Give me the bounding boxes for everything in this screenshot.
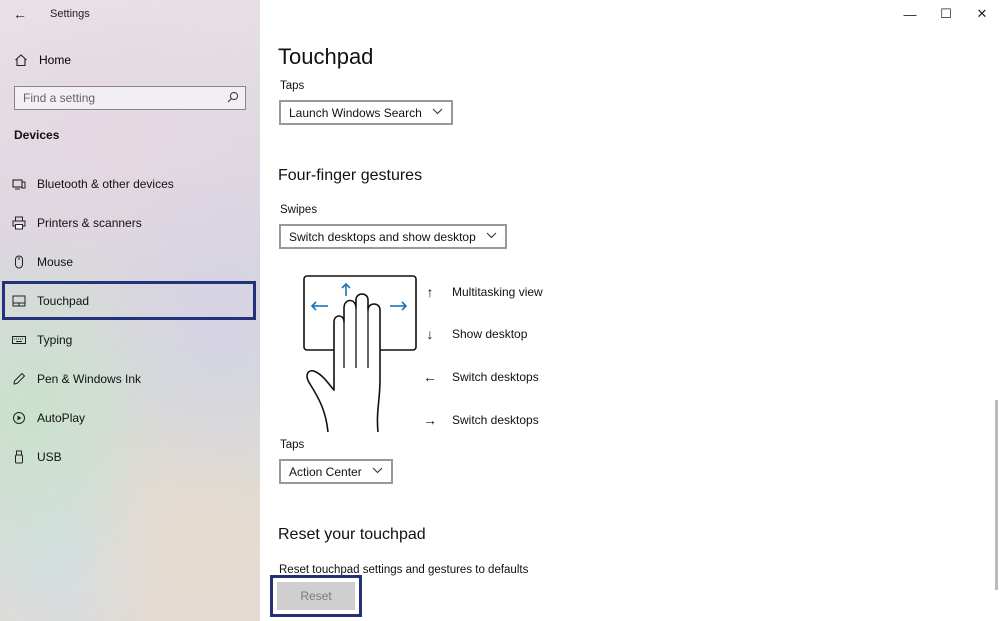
reset-heading: Reset your touchpad bbox=[278, 526, 426, 543]
sidebar-item-typing[interactable]: Typing bbox=[0, 320, 260, 359]
minimize-button[interactable]: — bbox=[892, 0, 928, 28]
window-controls: — ☐ ✕ bbox=[892, 0, 1000, 28]
section-heading: Devices bbox=[14, 128, 60, 142]
chevron-down-icon bbox=[432, 107, 443, 118]
gesture-left: ← Switch desktops bbox=[422, 367, 539, 387]
gesture-illustration bbox=[300, 272, 420, 434]
nav-list: Bluetooth & other devices Printers & sca… bbox=[0, 164, 260, 476]
gesture-label: Show desktop bbox=[452, 327, 528, 341]
maximize-button[interactable]: ☐ bbox=[928, 0, 964, 28]
sidebar-item-mouse[interactable]: Mouse bbox=[0, 242, 260, 281]
printer-icon bbox=[12, 216, 26, 230]
gesture-label: Multitasking view bbox=[452, 285, 543, 299]
sidebar-item-label: Bluetooth & other devices bbox=[37, 176, 174, 191]
four-finger-taps-label: Taps bbox=[280, 439, 305, 451]
sidebar-item-printers[interactable]: Printers & scanners bbox=[0, 203, 260, 242]
four-finger-taps-value: Action Center bbox=[289, 464, 362, 479]
back-button[interactable]: ← bbox=[0, 0, 40, 28]
sidebar-item-label: Touchpad bbox=[37, 293, 90, 308]
sidebar-item-label: Pen & Windows Ink bbox=[37, 371, 142, 386]
sidebar-item-autoplay[interactable]: AutoPlay bbox=[0, 398, 260, 437]
taps-dropdown[interactable]: Launch Windows Search bbox=[279, 100, 453, 125]
autoplay-icon bbox=[12, 411, 26, 425]
arrow-right-icon: → bbox=[423, 412, 437, 428]
close-icon: ✕ bbox=[976, 6, 988, 21]
minimize-icon: — bbox=[903, 6, 917, 22]
touchpad-icon bbox=[12, 294, 26, 308]
pen-icon bbox=[12, 372, 26, 386]
sidebar-item-bluetooth[interactable]: Bluetooth & other devices bbox=[0, 164, 260, 203]
title-bar: ← Settings bbox=[0, 0, 260, 28]
scrollbar[interactable] bbox=[995, 400, 998, 590]
four-finger-taps-dropdown[interactable]: Action Center bbox=[279, 459, 393, 484]
page-title: Touchpad bbox=[278, 44, 374, 69]
main-content: — ☐ ✕ Touchpad Taps Launch Windows Searc… bbox=[260, 0, 1000, 621]
sidebar-item-touchpad[interactable]: Touchpad bbox=[2, 281, 256, 320]
swipes-dropdown[interactable]: Switch desktops and show desktop bbox=[279, 224, 507, 249]
taps-dropdown-value: Launch Windows Search bbox=[289, 105, 422, 120]
search-icon[interactable] bbox=[227, 91, 239, 106]
hand-on-touchpad-icon bbox=[303, 275, 417, 433]
gesture-down: ↓ Show desktop bbox=[422, 324, 528, 344]
gesture-right: → Switch desktops bbox=[422, 410, 539, 430]
nav-home-label: Home bbox=[39, 53, 72, 67]
sidebar-item-pen[interactable]: Pen & Windows Ink bbox=[0, 359, 260, 398]
gesture-label: Switch desktops bbox=[452, 413, 539, 427]
swipes-dropdown-value: Switch desktops and show desktop bbox=[289, 229, 476, 244]
close-button[interactable]: ✕ bbox=[964, 0, 1000, 28]
home-icon bbox=[14, 53, 28, 67]
back-arrow-icon: ← bbox=[13, 6, 27, 22]
keyboard-icon bbox=[12, 333, 26, 347]
sidebar-item-usb[interactable]: USB bbox=[0, 437, 260, 476]
nav-home[interactable]: Home bbox=[0, 44, 260, 76]
sidebar-item-label: USB bbox=[37, 449, 62, 464]
mouse-icon bbox=[12, 255, 26, 269]
gesture-label: Switch desktops bbox=[452, 370, 539, 384]
reset-highlight: Reset bbox=[270, 575, 362, 617]
sidebar-item-label: Typing bbox=[37, 332, 73, 347]
maximize-icon: ☐ bbox=[940, 6, 952, 21]
chevron-down-icon bbox=[486, 231, 497, 242]
bluetooth-devices-icon bbox=[12, 177, 26, 191]
arrow-up-icon: ↑ bbox=[426, 284, 434, 300]
sidebar-item-label: AutoPlay bbox=[37, 410, 86, 425]
sidebar-item-label: Mouse bbox=[37, 254, 74, 269]
sidebar: ← Settings Home Devices Bluetooth & othe… bbox=[0, 0, 260, 621]
reset-button[interactable]: Reset bbox=[277, 582, 355, 610]
sidebar-item-label: Printers & scanners bbox=[37, 215, 142, 230]
search-box[interactable] bbox=[14, 86, 246, 110]
search-input[interactable] bbox=[23, 91, 213, 105]
arrow-left-icon: ← bbox=[423, 369, 437, 385]
swipes-label: Swipes bbox=[280, 204, 318, 216]
four-finger-heading: Four-finger gestures bbox=[278, 167, 423, 184]
chevron-down-icon bbox=[372, 466, 383, 477]
usb-icon bbox=[12, 450, 26, 464]
arrow-down-icon: ↓ bbox=[426, 326, 434, 342]
app-title: Settings bbox=[50, 8, 90, 20]
taps-label: Taps bbox=[280, 80, 305, 92]
gesture-up: ↑ Multitasking view bbox=[422, 282, 543, 302]
